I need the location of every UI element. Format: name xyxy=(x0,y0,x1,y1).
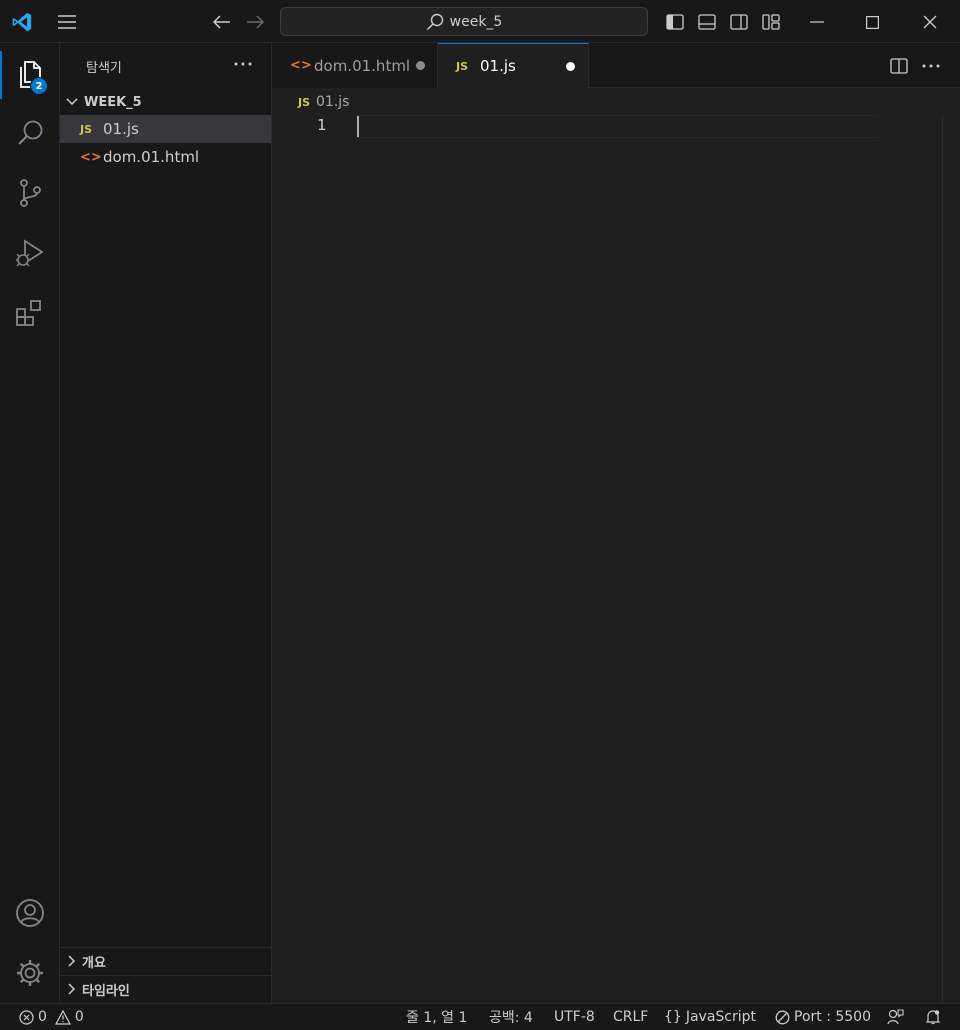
file-item-01-js[interactable]: JS 01.js xyxy=(60,115,271,143)
warning-count: 0 xyxy=(74,1009,84,1025)
status-bar: 0 0 줄 1, 열 1 공백: 4 UTF-8 CRLF {} JavaScr… xyxy=(0,1003,960,1030)
code-editor[interactable] xyxy=(330,115,942,1003)
chevron-right-icon xyxy=(68,983,76,995)
search-icon xyxy=(16,119,44,147)
search-text: week_5 xyxy=(449,13,503,30)
toggle-primary-sidebar-icon[interactable] xyxy=(663,10,687,34)
indentation[interactable]: 공백: 4 xyxy=(489,1004,533,1030)
js-file-icon: JS xyxy=(298,95,311,109)
tab-label: dom.01.html xyxy=(314,56,411,75)
section-label: 개요 xyxy=(82,955,106,971)
breadcrumb[interactable]: JS 01.js xyxy=(298,92,349,112)
editor-tab-bar: <> dom.01.html JS 01.js xyxy=(272,43,960,88)
outline-section[interactable]: 개요 xyxy=(60,947,271,974)
problems-indicator[interactable]: 0 0 xyxy=(19,1004,84,1030)
language-mode[interactable]: {} JavaScript xyxy=(664,1004,756,1030)
html-file-icon: <> xyxy=(80,149,102,165)
notifications-bell-icon[interactable] xyxy=(925,1004,941,1030)
command-center-search[interactable]: week_5 xyxy=(280,7,648,36)
unsaved-dot-icon[interactable] xyxy=(416,61,425,70)
activity-bar: 2 xyxy=(0,43,60,1003)
breadcrumb-file[interactable]: 01.js xyxy=(316,94,349,110)
explorer-activity[interactable]: 2 xyxy=(0,47,60,103)
search-icon xyxy=(426,13,444,31)
explorer-sidebar: 탐색기 WEEK_5 JS 01.js <> dom.01.html 개요 타임… xyxy=(60,43,272,1003)
customize-layout-icon[interactable] xyxy=(759,10,783,34)
toggle-panel-icon[interactable] xyxy=(695,10,719,34)
toggle-secondary-sidebar-icon[interactable] xyxy=(727,10,751,34)
run-debug-activity[interactable] xyxy=(0,225,60,281)
error-icon xyxy=(19,1009,34,1025)
language-label: JavaScript xyxy=(685,1009,757,1025)
port-label: Port : 5500 xyxy=(794,1009,871,1025)
title-bar: week_5 xyxy=(0,0,960,43)
gear-icon xyxy=(15,958,45,988)
encoding[interactable]: UTF-8 xyxy=(554,1004,595,1030)
extensions-icon xyxy=(15,298,45,328)
tab-label: 01.js xyxy=(480,57,516,75)
split-editor-icon[interactable] xyxy=(887,54,911,78)
explorer-badge: 2 xyxy=(30,77,48,95)
sidebar-title: 탐색기 xyxy=(86,61,122,76)
end-of-line[interactable]: CRLF xyxy=(613,1004,648,1030)
cursor-position[interactable]: 줄 1, 열 1 xyxy=(406,1004,467,1030)
folder-week-5[interactable]: WEEK_5 xyxy=(60,91,271,113)
accounts-activity[interactable] xyxy=(0,885,60,941)
feedback-icon[interactable] xyxy=(887,1004,904,1030)
source-control-icon xyxy=(16,178,44,208)
more-actions-icon[interactable] xyxy=(232,53,254,75)
unsaved-dot-icon[interactable] xyxy=(566,62,575,71)
vscode-logo-icon xyxy=(10,10,34,34)
manage-activity[interactable] xyxy=(0,945,60,1001)
editor-more-actions-icon[interactable] xyxy=(919,54,943,78)
chevron-right-icon xyxy=(68,955,76,967)
file-name: dom.01.html xyxy=(103,148,200,166)
search-activity[interactable] xyxy=(0,105,60,161)
source-control-activity[interactable] xyxy=(0,165,60,221)
warning-icon xyxy=(54,1009,71,1025)
account-icon xyxy=(15,898,45,928)
braces-icon: {} xyxy=(664,1009,682,1025)
file-item-dom-html[interactable]: <> dom.01.html xyxy=(60,143,271,171)
line-number: 1 xyxy=(316,116,326,134)
forward-arrow-icon[interactable] xyxy=(243,10,267,34)
js-file-icon: JS xyxy=(456,59,469,73)
back-arrow-icon[interactable] xyxy=(210,10,234,34)
vertical-scrollbar[interactable] xyxy=(942,115,960,1003)
tab-01-js[interactable]: JS 01.js xyxy=(438,43,589,88)
html-file-icon: <> xyxy=(290,58,312,73)
file-name: 01.js xyxy=(103,120,139,138)
tab-dom-html[interactable]: <> dom.01.html xyxy=(272,43,438,88)
close-icon[interactable] xyxy=(918,10,942,34)
chevron-down-icon xyxy=(66,98,78,106)
block-icon xyxy=(775,1010,790,1025)
section-label: 타임라인 xyxy=(82,983,130,999)
menu-icon[interactable] xyxy=(55,10,79,34)
extensions-activity[interactable] xyxy=(0,285,60,341)
live-server-port[interactable]: Port : 5500 xyxy=(775,1004,871,1030)
minimize-icon[interactable] xyxy=(805,10,829,34)
js-file-icon: JS xyxy=(80,122,93,136)
folder-name: WEEK_5 xyxy=(84,94,142,110)
maximize-icon[interactable] xyxy=(860,10,884,34)
error-count: 0 xyxy=(38,1009,47,1025)
timeline-section[interactable]: 타임라인 xyxy=(60,975,271,1002)
run-debug-icon xyxy=(15,238,45,268)
